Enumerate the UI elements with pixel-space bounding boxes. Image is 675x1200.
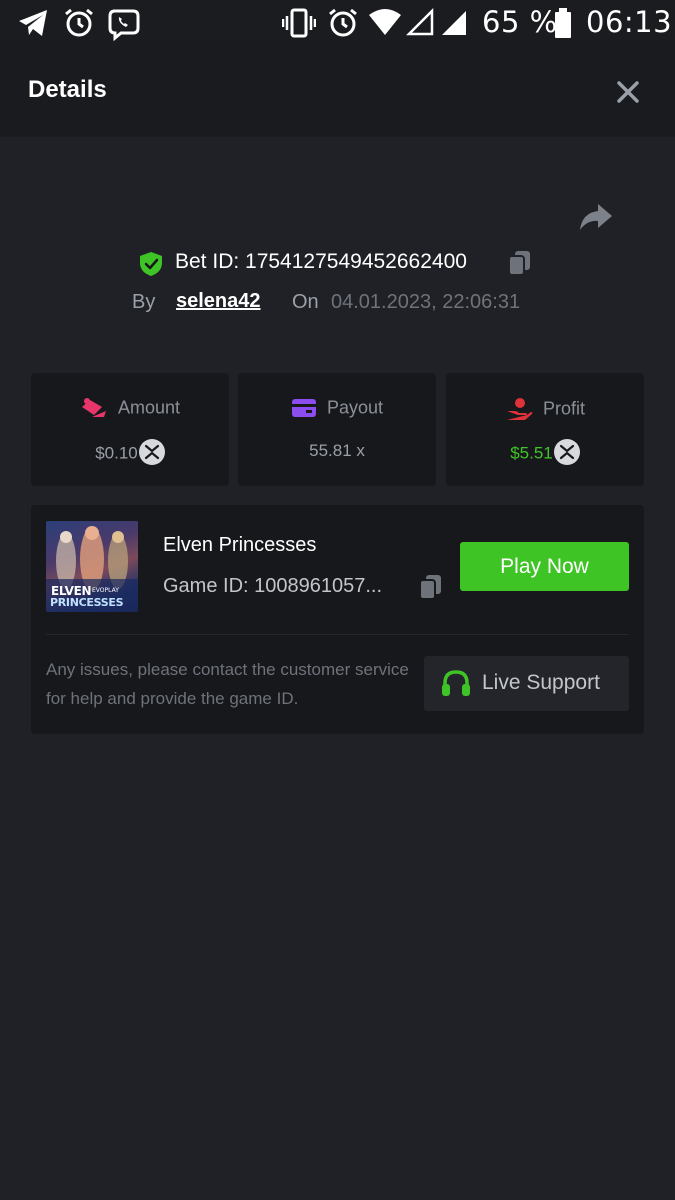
wifi-icon bbox=[369, 9, 401, 35]
game-thumbnail[interactable]: ELVEN EVOPLAY PRINCESSES bbox=[46, 521, 138, 612]
bet-id-row: Bet ID: 1754127549452662400 bbox=[0, 246, 675, 280]
battery-icon bbox=[555, 8, 571, 38]
battery-percent: 65 % bbox=[482, 5, 558, 39]
signal-icon bbox=[442, 11, 466, 35]
clock-time: 06:13 bbox=[586, 5, 673, 39]
payout-value: 55.81 x bbox=[309, 441, 365, 460]
payout-label: Payout bbox=[326, 397, 384, 418]
live-support-label: Live Support bbox=[482, 671, 600, 694]
game-id: Game ID: 1008961057... bbox=[163, 575, 383, 597]
divider bbox=[46, 634, 629, 635]
game-thumb-title-2: PRINCESSES bbox=[50, 596, 124, 609]
signal-empty-icon bbox=[406, 7, 434, 36]
headphones-icon bbox=[442, 670, 470, 696]
on-label: On bbox=[292, 291, 319, 313]
game-thumb-brand: EVOPLAY bbox=[92, 587, 119, 594]
profit-value: $5.51 bbox=[510, 443, 553, 463]
bet-datetime: 04.01.2023, 22:06:31 bbox=[331, 291, 521, 313]
page-title: Details bbox=[28, 76, 107, 103]
viber-icon bbox=[108, 9, 140, 41]
alarm-icon bbox=[65, 8, 93, 37]
vibrate-icon bbox=[282, 8, 316, 38]
xrp-coin-icon bbox=[138, 439, 165, 465]
game-name: Elven Princesses bbox=[163, 534, 317, 556]
copy-game-id-icon[interactable] bbox=[417, 573, 445, 601]
bet-meta-row: By selena42 On 04.01.2023, 22:06:31 bbox=[0, 288, 675, 318]
help-text: Any issues, please contact the customer … bbox=[46, 660, 409, 708]
close-icon[interactable] bbox=[612, 76, 644, 108]
amount-label: Amount bbox=[117, 397, 181, 418]
profit-card: Profit $5.51 bbox=[446, 373, 644, 486]
alarm-icon-2 bbox=[329, 8, 357, 37]
verified-shield-icon bbox=[140, 252, 162, 276]
play-now-button[interactable]: Play Now bbox=[460, 542, 629, 591]
share-icon[interactable] bbox=[578, 200, 614, 234]
payout-card: Payout 55.81 x bbox=[238, 373, 436, 486]
header: Details bbox=[0, 46, 675, 137]
amount-value: $0.10 bbox=[95, 443, 138, 463]
bet-id: Bet ID: 1754127549452662400 bbox=[175, 250, 467, 273]
copy-icon[interactable] bbox=[506, 249, 534, 277]
amount-icon bbox=[81, 398, 106, 417]
live-support-button[interactable]: Live Support bbox=[424, 656, 629, 711]
wallet-icon bbox=[291, 399, 316, 417]
profit-label: Profit bbox=[542, 398, 585, 419]
game-card: ELVEN EVOPLAY PRINCESSES Elven Princesse… bbox=[31, 505, 644, 734]
hand-coin-icon bbox=[506, 398, 533, 420]
username-link[interactable]: selena42 bbox=[176, 290, 261, 313]
amount-card: Amount $0.10 bbox=[31, 373, 229, 486]
telegram-icon bbox=[19, 10, 47, 36]
xrp-coin-icon bbox=[553, 439, 580, 465]
status-bar: 65 % 06:13 bbox=[0, 0, 675, 46]
by-label: By bbox=[132, 291, 156, 313]
